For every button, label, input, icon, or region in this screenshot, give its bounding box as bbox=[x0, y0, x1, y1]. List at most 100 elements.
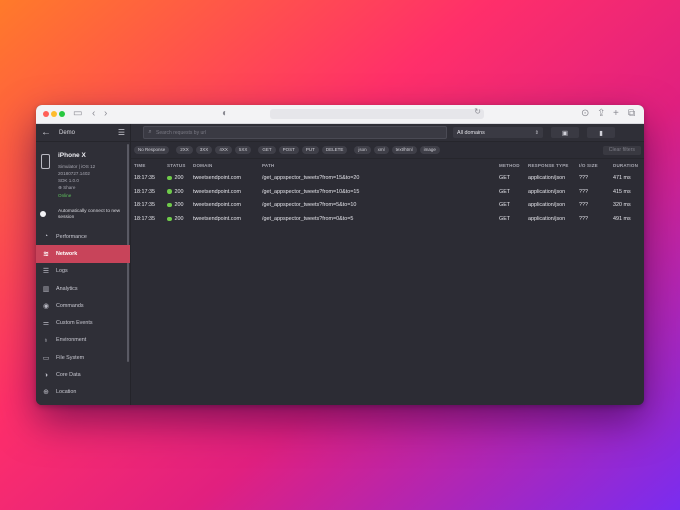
row-method: GET bbox=[499, 202, 511, 209]
column-header-status[interactable]: STATUS bbox=[167, 163, 186, 168]
close-window-button[interactable] bbox=[43, 111, 49, 117]
table-header: TIME STATUS DOMAIN PATH METHOD RESPONSE … bbox=[131, 159, 644, 171]
reload-icon[interactable]: ↻ bbox=[474, 107, 481, 116]
device-status: Online bbox=[58, 193, 72, 198]
row-duration: 320 ms bbox=[613, 202, 631, 209]
sidebar-item-label: Logs bbox=[56, 268, 68, 275]
device-sdk: SDK 1.0.0 bbox=[58, 178, 79, 183]
sidebar-item-environment[interactable]: ♁ Environment bbox=[36, 332, 130, 349]
sidebar-item-network[interactable]: ≋ Network bbox=[36, 245, 130, 263]
sidebar-item-label: Performance bbox=[56, 233, 87, 240]
row-domain: tweetsendpoint.com bbox=[193, 202, 241, 209]
filter-chip-xml[interactable]: xml bbox=[373, 146, 389, 154]
filter-chip-post[interactable]: POST bbox=[278, 146, 299, 154]
sidebar-item-label: Commands bbox=[56, 302, 84, 309]
column-header-duration[interactable]: DURATION bbox=[613, 163, 638, 168]
filter-chip-put[interactable]: PUT bbox=[301, 146, 319, 154]
filter-chip-image[interactable]: image bbox=[419, 146, 440, 154]
table-row[interactable]: 18:17:35 200 tweetsendpoint.com /get_app… bbox=[131, 185, 644, 199]
row-status-code: 200 bbox=[174, 215, 184, 222]
column-header-time[interactable]: TIME bbox=[134, 163, 146, 168]
auto-connect-setting[interactable]: Automatically connect to new session bbox=[36, 206, 130, 228]
list-icon: ☰ bbox=[42, 268, 50, 276]
row-method: GET bbox=[499, 188, 511, 195]
back-icon[interactable]: ← bbox=[41, 127, 55, 138]
table-row[interactable]: 18:17:35 200 tweetsendpoint.com /get_app… bbox=[131, 198, 644, 212]
tab-overview-icon[interactable]: ⧉ bbox=[628, 107, 635, 121]
sidebar-item-performance[interactable]: ◔ Performance bbox=[36, 228, 130, 245]
clear-log-button[interactable]: ▮ bbox=[587, 127, 615, 138]
success-dot-icon bbox=[167, 189, 172, 194]
row-method: GET bbox=[499, 174, 511, 181]
auto-connect-label: Automatically connect to new session bbox=[58, 209, 121, 220]
auto-connect-toggle[interactable] bbox=[40, 211, 46, 217]
new-tab-icon[interactable]: + bbox=[613, 107, 619, 121]
row-status: 200 bbox=[167, 202, 184, 208]
sidebar-item-label: Environment bbox=[56, 337, 87, 344]
filter-chip-4xx[interactable]: 4XX bbox=[215, 146, 232, 154]
row-domain: tweetsendpoint.com bbox=[193, 174, 241, 181]
filter-chip-text-html[interactable]: text/html bbox=[391, 146, 417, 154]
sidebar-item-analytics[interactable]: ▥ Analytics bbox=[36, 280, 130, 297]
sidebar-item-file-system[interactable]: ▭ File System bbox=[36, 349, 130, 366]
row-duration: 491 ms bbox=[613, 215, 631, 222]
address-bar[interactable]: ↻ bbox=[270, 107, 484, 119]
sliders-icon: ⚌ bbox=[42, 320, 50, 328]
sidebar-item-custom-events[interactable]: ⚌ Custom Events bbox=[36, 314, 130, 331]
download-icon[interactable]: ⊙ bbox=[581, 107, 589, 121]
column-header-response-type[interactable]: RESPONSE TYPE bbox=[528, 163, 569, 168]
sidebar-toggle-icon[interactable]: ▭ bbox=[73, 107, 82, 121]
zoom-window-button[interactable] bbox=[59, 111, 65, 117]
row-duration: 471 ms bbox=[613, 174, 631, 181]
sidebar-item-logs[interactable]: ☰ Logs bbox=[36, 263, 130, 280]
column-header-domain[interactable]: DOMAIN bbox=[193, 163, 212, 168]
back-arrow-icon[interactable]: ‹ bbox=[92, 107, 95, 121]
filter-chip-3xx[interactable]: 3XX bbox=[195, 146, 213, 154]
column-header-io-size[interactable]: I/O SIZE bbox=[579, 163, 598, 168]
column-header-method[interactable]: METHOD bbox=[499, 163, 520, 168]
share-icon[interactable]: ⇪ bbox=[597, 107, 605, 121]
sidebar-item-location[interactable]: ⊕ Location bbox=[36, 384, 130, 401]
row-io-size: ??? bbox=[579, 215, 588, 222]
network-toolbar: ⌕ All domains ⇕ ▣ ▮ bbox=[131, 124, 644, 142]
share-link[interactable]: ⊕ Share bbox=[58, 185, 75, 191]
filter-chip-2xx[interactable]: 2XX bbox=[176, 146, 193, 154]
filter-chip-json[interactable]: json bbox=[354, 146, 371, 154]
filter-chip-get[interactable]: GET bbox=[258, 146, 276, 154]
sidebar-item-label: Location bbox=[56, 389, 77, 396]
session-filter-icon[interactable]: ☰ bbox=[118, 128, 125, 137]
row-io-size: ??? bbox=[579, 188, 588, 195]
column-header-path[interactable]: PATH bbox=[262, 163, 274, 168]
device-name: iPhone X bbox=[58, 152, 86, 159]
sidebar-item-commands[interactable]: ◉ Commands bbox=[36, 297, 130, 314]
row-path: /get_appspector_tweets?from=5&to=10 bbox=[262, 202, 357, 209]
floppy-disk-icon: ▣ bbox=[561, 129, 569, 137]
trash-icon: ▮ bbox=[599, 129, 603, 137]
privacy-shield-icon[interactable]: ◐ bbox=[222, 107, 228, 121]
chevron-updown-icon: ⇕ bbox=[534, 129, 539, 136]
minimize-window-button[interactable] bbox=[51, 111, 57, 117]
table-row[interactable]: 18:17:35 200 tweetsendpoint.com /get_app… bbox=[131, 212, 644, 226]
filter-chip-5xx[interactable]: 5XX bbox=[234, 146, 252, 154]
row-duration: 415 ms bbox=[613, 188, 631, 195]
forward-arrow-icon[interactable]: › bbox=[104, 107, 107, 121]
save-button[interactable]: ▣ bbox=[551, 127, 579, 138]
row-status: 200 bbox=[167, 216, 184, 222]
database-icon: ◑ bbox=[43, 371, 49, 379]
filter-chip-delete[interactable]: DELETE bbox=[321, 146, 348, 154]
filter-chip-no-response[interactable]: No Response bbox=[134, 146, 170, 154]
table-row[interactable]: 18:17:35 200 tweetsendpoint.com /get_app… bbox=[131, 171, 644, 185]
search-box[interactable]: ⌕ bbox=[143, 126, 447, 139]
sidebar-item-core-data[interactable]: ◑ Core Data bbox=[36, 366, 130, 383]
row-path: /get_appspector_tweets?from=0&to=5 bbox=[262, 215, 354, 222]
search-input[interactable] bbox=[156, 129, 446, 136]
gauge-icon: ◔ bbox=[43, 233, 49, 241]
domain-select[interactable]: All domains ⇕ bbox=[453, 127, 543, 138]
row-time: 18:17:35 bbox=[134, 215, 155, 222]
row-io-size: ??? bbox=[579, 202, 588, 209]
app-content: ← Demo ☰ iPhone X Simulator | iOS 12 201… bbox=[36, 124, 644, 405]
sidebar-item-label: Analytics bbox=[56, 285, 78, 292]
folder-icon: ▭ bbox=[42, 354, 50, 362]
phone-icon bbox=[41, 154, 50, 169]
clear-filters-button[interactable]: Clear filters bbox=[602, 145, 641, 155]
